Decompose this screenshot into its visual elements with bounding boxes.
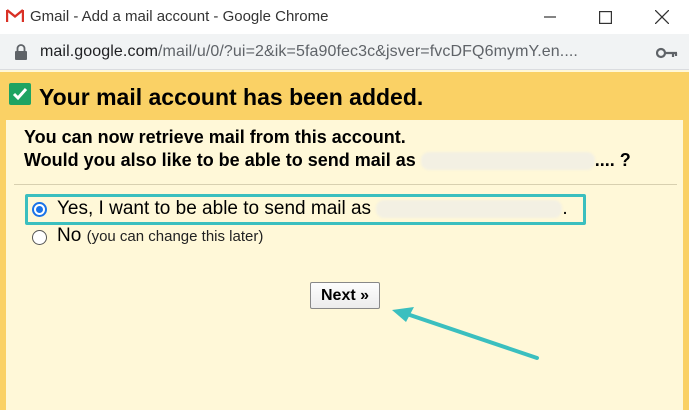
yes-option-label[interactable]: Yes, I want to be able to send mail as .: [57, 198, 568, 220]
retrieve-message: You can now retrieve mail from this acco…: [24, 127, 406, 147]
window-titlebar: Gmail - Add a mail account - Google Chro…: [0, 0, 689, 34]
url-path: /mail/u/0/?ui=2&ik=5fa90fec3c&jsver=fvcD…: [158, 43, 578, 60]
redacted-email: [376, 199, 563, 218]
page-title: Your mail account has been added.: [39, 84, 424, 110]
no-radio[interactable]: [32, 230, 47, 245]
lock-icon: [15, 44, 27, 60]
key-icon[interactable]: [656, 46, 678, 60]
minimize-icon: [544, 16, 556, 18]
url-text[interactable]: mail.google.com/mail/u/0/?ui=2&ik=5fa90f…: [40, 43, 578, 61]
send-question-tail: .... ?: [594, 150, 631, 170]
divider: [14, 184, 677, 185]
url-host: mail.google.com: [40, 43, 158, 60]
minimize-button[interactable]: [528, 0, 572, 34]
yes-option-text: Yes, I want to be able to send mail as: [57, 198, 377, 219]
maximize-icon: [598, 10, 612, 24]
close-icon: [655, 10, 669, 24]
no-option-text: No: [57, 225, 82, 246]
no-option-hint: (you can change this later): [86, 228, 264, 245]
gmail-icon: [6, 9, 24, 23]
right-border: [683, 120, 689, 410]
close-button[interactable]: [640, 0, 684, 34]
checkmark-icon: [9, 83, 31, 105]
redacted-email: [420, 152, 595, 171]
no-option-label[interactable]: No (you can change this later): [57, 225, 263, 247]
send-question-prefix: Would you also like to be able to send m…: [24, 150, 421, 170]
yes-option-tail: .: [562, 198, 568, 219]
maximize-button[interactable]: [583, 0, 627, 34]
next-button[interactable]: Next »: [310, 282, 380, 309]
yes-radio[interactable]: [32, 202, 47, 217]
send-question: Would you also like to be able to send m…: [24, 150, 631, 171]
window-title: Gmail - Add a mail account - Google Chro…: [30, 8, 329, 25]
left-border: [0, 120, 6, 410]
address-bar[interactable]: mail.google.com/mail/u/0/?ui=2&ik=5fa90f…: [0, 34, 689, 70]
